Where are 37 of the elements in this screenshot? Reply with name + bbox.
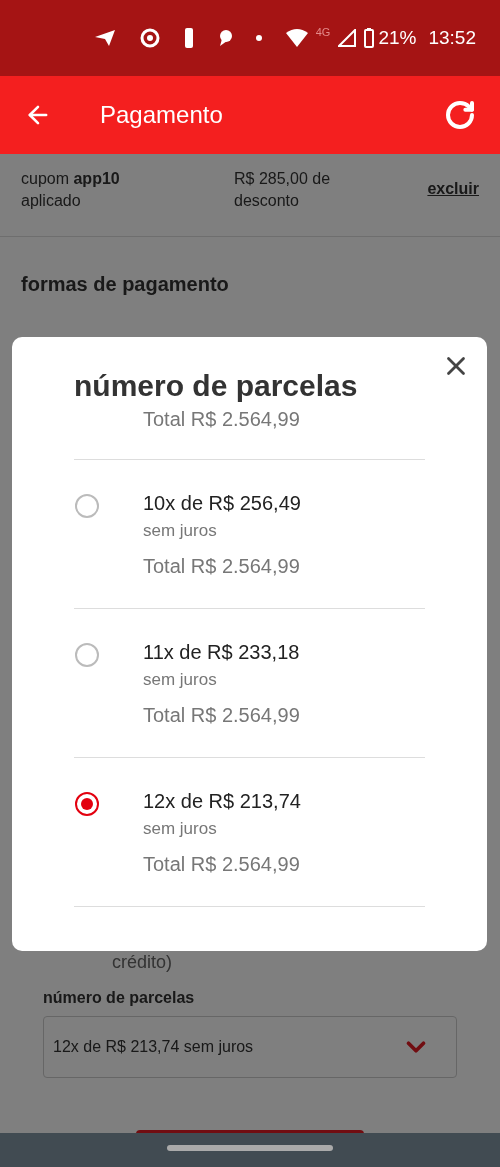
card-note: crédito) [112, 951, 174, 974]
page-title: Pagamento [100, 100, 223, 130]
interest-note: sem juros [143, 520, 218, 542]
installment-option[interactable]: 10x de R$ 256,49 sem juros Total R$ 2.564,99 [74, 460, 425, 609]
home-indicator[interactable] [167, 1144, 333, 1151]
dialog-total: Total R$ 2.564,99 [143, 407, 301, 432]
battery-percentage: 21% [378, 25, 417, 50]
coupon-text: cupom app10 aplicado [21, 169, 121, 211]
phone-icon [184, 27, 194, 49]
speech-bubble-icon [218, 29, 232, 47]
interest-note: sem juros [143, 818, 218, 840]
installment-amount: 10x de R$ 256,49 [143, 491, 301, 516]
installment-option[interactable]: 11x de R$ 233,18 sem juros Total R$ 2.564,99 [74, 609, 425, 758]
installment-amount: 12x de R$ 213,74 [143, 789, 301, 814]
installments-select[interactable]: 12x de R$ 213,74 sem juros [43, 1016, 457, 1078]
discount-text: R$ 285,00 de desconto [234, 169, 332, 211]
wifi-icon [285, 29, 308, 47]
remove-link[interactable]: excluir [427, 178, 479, 200]
option-total: Total R$ 2.564,99 [143, 852, 301, 877]
radio-button[interactable] [75, 643, 99, 667]
signal-icon [338, 29, 357, 47]
paper-plane-icon [94, 29, 116, 47]
refresh-icon[interactable] [444, 99, 476, 131]
installments-label: número de parcelas [43, 988, 196, 1008]
radio-button[interactable] [75, 792, 99, 816]
battery-icon [364, 28, 375, 48]
installment-option[interactable]: 12x de R$ 213,74 sem juros Total R$ 2.564,99 [74, 758, 425, 907]
section-title: formas de pagamento [20, 272, 230, 297]
option-total: Total R$ 2.564,99 [143, 554, 301, 579]
network-type: 4G [315, 24, 331, 40]
option-total: Total R$ 2.564,99 [143, 703, 300, 728]
installment-amount: 11x de R$ 233,18 [143, 640, 300, 665]
dialog-title: número de parcelas [74, 368, 359, 404]
radio-button[interactable] [75, 494, 99, 518]
interest-note: sem juros [143, 669, 218, 691]
circle-logo-icon [140, 28, 160, 48]
clock-time: 13:52 [428, 25, 476, 50]
